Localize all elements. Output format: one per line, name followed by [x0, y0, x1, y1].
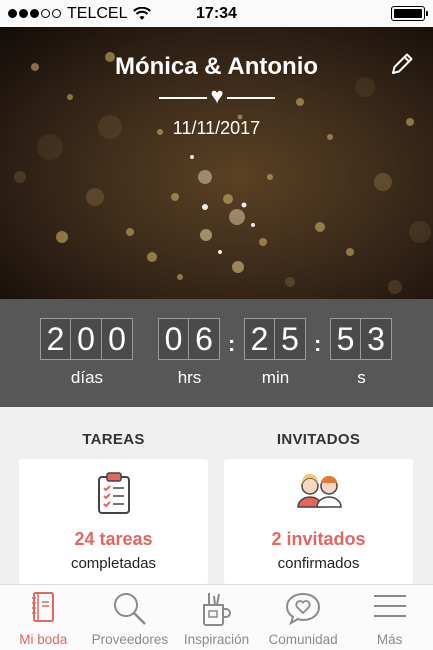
days-counter: 2 0 0 [40, 318, 133, 360]
colon-separator: : [228, 331, 236, 356]
heart-bubble-icon [286, 592, 321, 625]
hours-counter: 0 6 [158, 318, 220, 360]
days-label: días [70, 368, 104, 387]
tab-bar: Mi boda Proveedores Inspiración Comunida… [0, 584, 433, 650]
battery-icon [391, 6, 428, 21]
guests-card[interactable]: 2 invitados confirmados [224, 459, 413, 584]
seconds-digit: 5 [330, 318, 361, 360]
status-bar: TELCEL 17:34 [0, 0, 433, 27]
minutes-digit: 2 [244, 318, 275, 360]
days-digit: 2 [40, 318, 71, 360]
guests-title: INVITADOS [276, 431, 361, 448]
minutes-label: min [261, 368, 290, 387]
search-icon [113, 593, 146, 625]
couple-people-icon [296, 474, 342, 508]
seconds-label: s [357, 368, 366, 387]
tab-label: Comunidad [268, 632, 338, 647]
book-icon [32, 592, 55, 622]
tasks-card[interactable]: 24 tareas completadas [19, 459, 208, 584]
tab-comunidad[interactable]: Comunidad [260, 585, 347, 650]
carrier-label: TELCEL [67, 4, 128, 22]
hours-digit: 6 [189, 318, 220, 360]
tasks-title: TAREAS [82, 431, 145, 448]
couple-names: Mónica & Antonio [114, 53, 319, 80]
wedding-date: 11/11/2017 [172, 118, 261, 138]
minutes-counter: 2 5 [244, 318, 306, 360]
heart-icon: ♥ [210, 83, 224, 108]
days-digit: 0 [71, 318, 102, 360]
hours-digit: 0 [158, 318, 189, 360]
tab-mi-boda[interactable]: Mi boda [0, 585, 87, 650]
heart-divider: ♥ [159, 85, 275, 109]
hero-banner: Mónica & Antonio ♥ 11/11/2017 [0, 27, 433, 299]
minutes-digit: 5 [275, 318, 306, 360]
edit-pencil-icon[interactable] [389, 51, 415, 77]
clipboard-checklist-icon [97, 472, 130, 514]
seconds-counter: 5 3 [330, 318, 392, 360]
tab-label: Inspiración [183, 632, 250, 647]
tab-mas[interactable]: Más [346, 585, 433, 650]
hours-label: hrs [177, 368, 202, 387]
brushes-icon [203, 593, 232, 626]
guests-count: 2 invitados [271, 529, 366, 549]
menu-icon [373, 595, 406, 617]
tab-label: Más [376, 632, 403, 647]
guests-caption: confirmados [277, 555, 360, 572]
tasks-count: 24 tareas [74, 529, 153, 549]
countdown-panel: 2 0 0 0 6 : 2 5 : 5 3 días hrs min s [0, 299, 433, 407]
tasks-caption: completadas [70, 555, 157, 572]
tab-proveedores[interactable]: Proveedores [87, 585, 174, 650]
days-digit: 0 [102, 318, 133, 360]
tab-label: Proveedores [91, 632, 169, 647]
signal-icon [8, 9, 61, 18]
colon-separator: : [314, 331, 322, 356]
tab-label: Mi boda [19, 632, 68, 647]
seconds-digit: 3 [361, 318, 392, 360]
tab-inspiracion[interactable]: Inspiración [173, 585, 260, 650]
wifi-icon [133, 6, 152, 20]
